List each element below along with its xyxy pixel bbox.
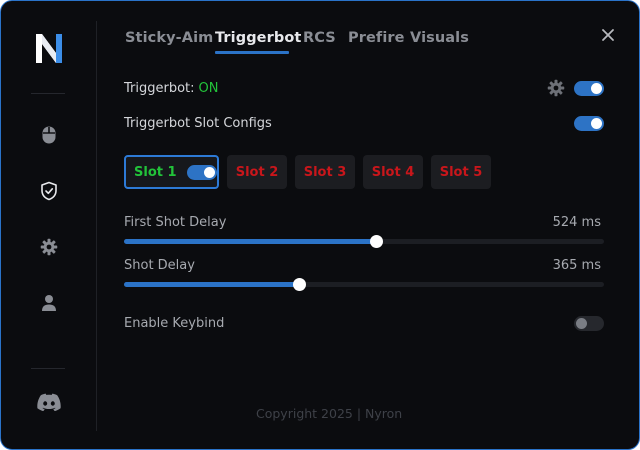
toggle-knob [591, 83, 602, 94]
slot-configs-toggle[interactable] [574, 116, 604, 131]
first-shot-delay-slider[interactable] [124, 235, 604, 248]
discord-icon [37, 393, 61, 411]
first-shot-delay-label: First Shot Delay [124, 215, 227, 230]
slot-configs-label: Triggerbot Slot Configs [124, 116, 272, 131]
slot-1-button[interactable]: Slot 1 [124, 155, 219, 189]
sidebar-item-mouse[interactable] [37, 123, 61, 147]
slot-1-toggle[interactable] [186, 164, 217, 180]
shot-delay-label: Shot Delay [124, 258, 195, 273]
close-icon[interactable] [599, 26, 617, 44]
nyron-logo-icon [36, 34, 62, 63]
discord-button[interactable] [36, 390, 62, 414]
toggle-knob [576, 318, 587, 329]
slider-fill [124, 282, 300, 287]
tab-prefire[interactable]: Prefire [348, 30, 405, 46]
copyright-text: Copyright 2025 | Nyron [256, 406, 403, 421]
slot-4-button[interactable]: Slot 4 [363, 155, 423, 189]
enable-keybind-toggle[interactable] [574, 316, 604, 331]
app-window: Sticky-Aim Triggerbot RCS Prefire Visual… [0, 0, 640, 450]
slot-2-button[interactable]: Slot 2 [227, 155, 287, 189]
tab-triggerbot[interactable]: Triggerbot [215, 30, 301, 46]
slot-5-button[interactable]: Slot 5 [431, 155, 491, 189]
active-tab-indicator [215, 51, 289, 54]
gear-icon [40, 238, 58, 256]
enable-keybind-label: Enable Keybind [124, 316, 225, 331]
triggerbot-toggle[interactable] [574, 81, 604, 96]
triggerbot-title: Triggerbot: [124, 81, 195, 96]
toggle-knob [591, 118, 602, 129]
shot-delay-value: 365 ms [552, 258, 601, 273]
sidebar-item-account[interactable] [37, 291, 61, 315]
tab-visuals[interactable]: Visuals [410, 30, 469, 46]
first-shot-delay-value: 524 ms [552, 215, 601, 230]
sidebar-divider [96, 21, 97, 431]
user-icon [42, 295, 56, 311]
tab-sticky-aim[interactable]: Sticky-Aim [125, 30, 213, 46]
slider-fill [124, 239, 376, 244]
toggle-knob [203, 166, 215, 178]
sidebar-separator [31, 93, 65, 94]
slider-thumb[interactable] [293, 278, 307, 291]
shield-icon [41, 181, 57, 201]
mouse-icon [42, 126, 56, 144]
triggerbot-status: ON [198, 81, 219, 96]
sidebar-item-settings[interactable] [37, 235, 61, 259]
sidebar [1, 1, 97, 449]
sidebar-item-triggerbot[interactable] [37, 179, 61, 203]
slider-thumb[interactable] [370, 235, 383, 248]
sidebar-separator [31, 368, 65, 369]
tab-rcs[interactable]: RCS [303, 30, 336, 46]
slot-3-button[interactable]: Slot 3 [295, 155, 355, 189]
slot-1-label: Slot 1 [134, 164, 177, 180]
triggerbot-settings-icon[interactable] [547, 79, 565, 97]
shot-delay-slider[interactable] [124, 278, 604, 291]
triggerbot-label: Triggerbot: ON [124, 81, 219, 96]
